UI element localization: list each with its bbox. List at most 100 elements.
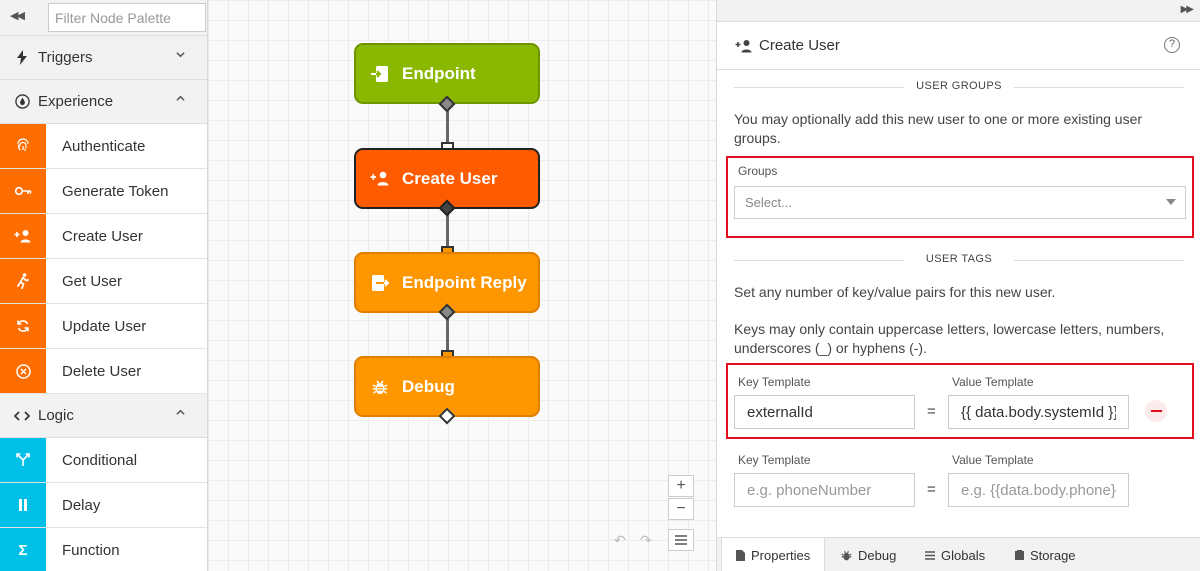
tab-label: Properties xyxy=(751,547,811,563)
branch-icon xyxy=(0,438,46,482)
collapse-panel-icon[interactable]: ▶▶ xyxy=(1181,4,1194,15)
palette-item-label: Delete User xyxy=(62,362,142,380)
endpoint-icon xyxy=(370,64,390,84)
x-circle-icon xyxy=(0,349,46,393)
tab-storage[interactable]: Storage xyxy=(1015,538,1076,571)
palette-item-update-user[interactable]: Update User xyxy=(0,304,207,349)
key-icon xyxy=(0,169,46,213)
category-experience[interactable]: Experience xyxy=(0,80,207,124)
section-title-user-tags: USER TAGS xyxy=(734,253,1184,265)
user-tags-description: Set any number of key/value pairs for th… xyxy=(734,284,1056,300)
user-groups-description: You may optionally add this new user to … xyxy=(734,111,1143,146)
tab-label: Debug xyxy=(858,547,897,563)
palette-item-function[interactable]: Σ Function xyxy=(0,528,207,571)
zoom-in-button[interactable]: + xyxy=(668,475,694,497)
fingerprint-icon xyxy=(0,124,46,168)
zoom-in-label: + xyxy=(676,477,686,494)
groups-select[interactable]: Select... xyxy=(734,186,1186,219)
palette-item-authenticate[interactable]: Authenticate xyxy=(0,124,207,169)
endpoint-reply-icon xyxy=(370,273,390,293)
palette-item-label: Generate Token xyxy=(62,182,169,200)
workflow-canvas[interactable]: Endpoint Create User Endpoint Reply Debu… xyxy=(208,0,716,571)
node-label: Debug xyxy=(402,376,455,396)
user-tags-key-rules: Keys may only contain uppercase letters,… xyxy=(734,321,1165,356)
key-template-input[interactable] xyxy=(734,395,915,429)
refresh-icon xyxy=(0,304,46,348)
new-key-template-input[interactable] xyxy=(734,473,915,507)
tab-label: Storage xyxy=(1030,547,1076,563)
category-label: Experience xyxy=(38,93,114,110)
palette-item-label: Function xyxy=(62,541,120,559)
user-plus-icon xyxy=(370,169,390,189)
category-label: Triggers xyxy=(38,49,93,66)
palette-toolbar: ◀◀ xyxy=(0,0,207,36)
bug-icon xyxy=(841,550,852,561)
tab-properties[interactable]: Properties xyxy=(721,538,826,571)
palette-item-label: Conditional xyxy=(62,451,138,469)
caret-down-icon xyxy=(1166,199,1176,205)
equals-sign: = xyxy=(927,403,936,420)
menu-icon xyxy=(675,535,687,545)
user-plus-icon xyxy=(0,214,46,258)
category-label: Logic xyxy=(38,407,74,424)
node-label: Create User xyxy=(402,168,498,188)
palette-item-delete-user[interactable]: Delete User xyxy=(0,349,207,394)
code-icon xyxy=(14,408,30,424)
minus-icon xyxy=(1150,410,1162,412)
new-value-template-input[interactable] xyxy=(948,473,1129,507)
palette-item-generate-token[interactable]: Generate Token xyxy=(0,169,207,214)
file-icon xyxy=(736,549,745,561)
key-template-label: Key Template xyxy=(738,453,811,467)
chevron-up-icon xyxy=(176,95,185,101)
palette-item-label: Get User xyxy=(62,272,123,290)
palette-item-label: Delay xyxy=(62,496,101,514)
tab-debug[interactable]: Debug xyxy=(841,538,896,571)
runner-icon xyxy=(0,259,46,303)
value-template-input[interactable] xyxy=(948,395,1129,429)
node-label: Endpoint Reply xyxy=(402,272,527,292)
panel-title: Create User xyxy=(759,37,840,54)
panel-toolbar: ▶▶ xyxy=(717,0,1200,22)
palette-item-create-user[interactable]: Create User xyxy=(0,214,207,259)
palette-item-label: Create User xyxy=(62,227,143,245)
panel-tab-bar: Properties Debug Globals Storage xyxy=(717,537,1200,571)
properties-panel: ▶▶ Create User ? USER GROUPS You may opt… xyxy=(716,0,1200,571)
droplet-icon xyxy=(14,94,30,110)
palette-item-label: Authenticate xyxy=(62,137,146,155)
node-palette: ◀◀ Triggers Experience Authenticate Gene… xyxy=(0,0,208,571)
bolt-icon xyxy=(14,50,30,66)
panel-header: Create User ? xyxy=(717,22,1200,70)
collapse-palette-icon[interactable]: ◀◀ xyxy=(10,9,25,22)
node-label: Endpoint xyxy=(402,63,476,83)
canvas-menu-button[interactable] xyxy=(668,529,694,551)
list-icon xyxy=(925,550,935,560)
help-icon[interactable]: ? xyxy=(1164,37,1180,53)
remove-tag-button[interactable] xyxy=(1145,400,1167,422)
user-plus-icon xyxy=(735,39,753,53)
groups-select-value: Select... xyxy=(745,195,792,210)
zoom-out-button[interactable]: − xyxy=(668,498,694,520)
chevron-down-icon xyxy=(176,52,185,58)
bug-icon xyxy=(370,377,390,397)
category-logic[interactable]: Logic xyxy=(0,394,207,438)
palette-item-get-user[interactable]: Get User xyxy=(0,259,207,304)
value-template-label: Value Template xyxy=(952,375,1034,389)
groups-label: Groups xyxy=(738,164,778,178)
category-triggers[interactable]: Triggers xyxy=(0,36,207,80)
palette-item-delay[interactable]: Delay xyxy=(0,483,207,528)
equals-sign: = xyxy=(927,481,936,498)
sigma-icon: Σ xyxy=(0,528,46,571)
value-template-label: Value Template xyxy=(952,453,1034,467)
pause-icon xyxy=(0,483,46,527)
palette-item-conditional[interactable]: Conditional xyxy=(0,438,207,483)
storage-icon xyxy=(1015,550,1024,560)
filter-node-palette-input[interactable] xyxy=(48,3,206,32)
redo-icon[interactable]: ↷ xyxy=(640,532,652,549)
zoom-out-label: − xyxy=(676,500,686,517)
tab-label: Globals xyxy=(941,547,986,563)
chevron-up-icon xyxy=(176,409,185,415)
tab-globals[interactable]: Globals xyxy=(925,538,985,571)
undo-icon[interactable]: ↶ xyxy=(614,532,626,549)
palette-item-label: Update User xyxy=(62,317,147,335)
section-title-user-groups: USER GROUPS xyxy=(734,80,1184,92)
